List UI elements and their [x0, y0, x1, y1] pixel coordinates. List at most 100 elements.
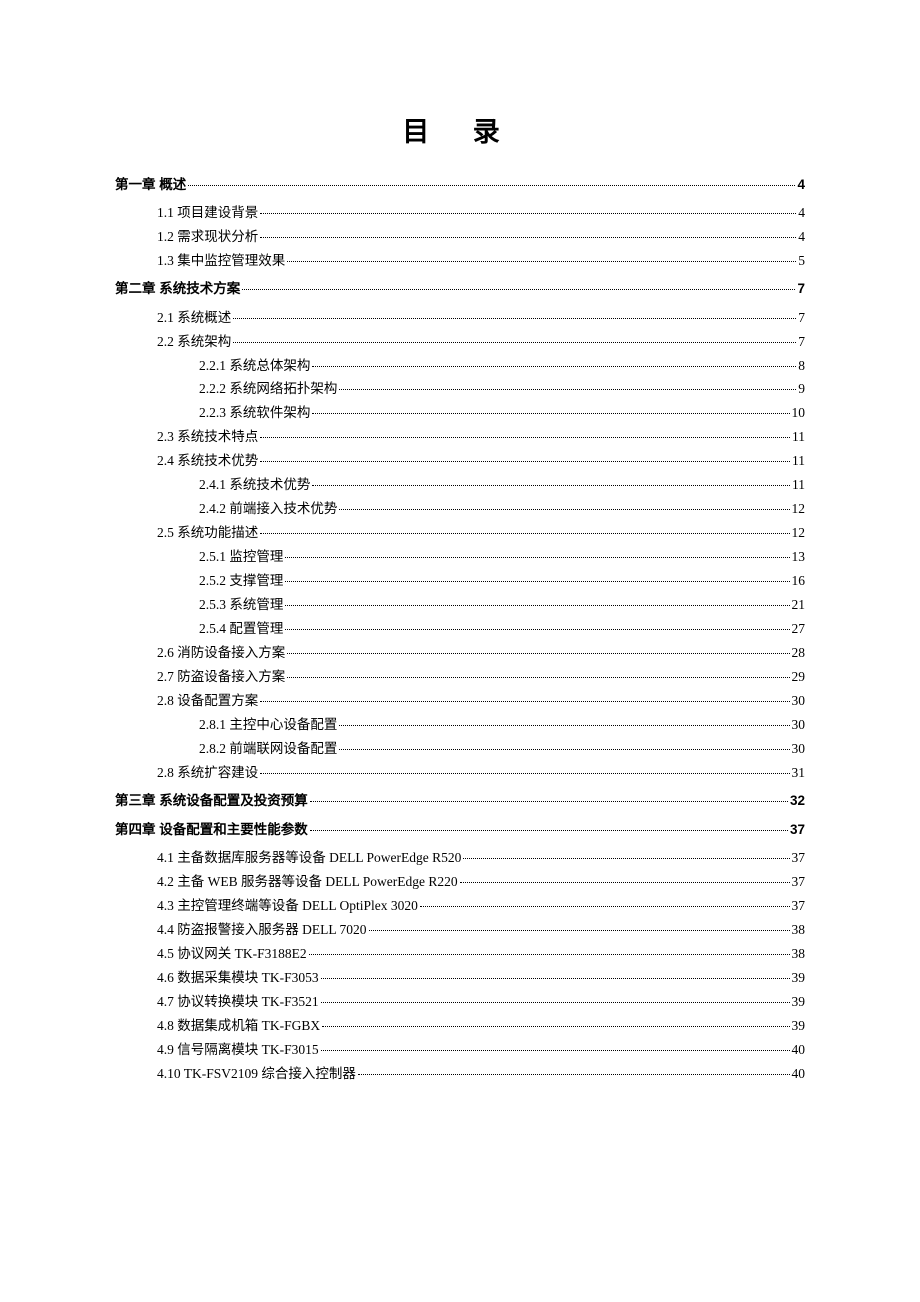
toc-entry-label: 第三章 系统设备配置及投资预算	[115, 793, 308, 809]
toc-entry-page: 30	[792, 693, 806, 709]
toc-entry[interactable]: 第一章 概述 4	[115, 177, 805, 193]
toc-entry-page: 12	[792, 525, 806, 541]
toc-entry[interactable]: 2.3 系统技术特点11	[115, 429, 805, 445]
toc-leader-dots	[233, 332, 796, 343]
toc-entry-page: 21	[792, 597, 806, 613]
toc-entry[interactable]: 4.4 防盗报警接入服务器 DELL 702038	[115, 922, 805, 938]
toc-entry-page: 27	[792, 621, 806, 637]
toc-entry[interactable]: 2.5.1 监控管理13	[115, 549, 805, 565]
toc-entry-page: 7	[797, 281, 805, 297]
toc-entry-page: 7	[798, 334, 805, 350]
toc-entry[interactable]: 第四章 设备配置和主要性能参数37	[115, 822, 805, 838]
toc-entry[interactable]: 2.5.4 配置管理27	[115, 621, 805, 637]
toc-entry-label: 第二章 系统技术方案	[115, 281, 240, 297]
toc-entry-label: 第一章 概述	[115, 177, 186, 193]
toc-entry[interactable]: 1.2 需求现状分析4	[115, 229, 805, 245]
toc-entry-label: 2.2.1 系统总体架构	[199, 358, 310, 374]
toc-entry[interactable]: 2.8.1 主控中心设备配置30	[115, 717, 805, 733]
toc-leader-dots	[260, 763, 789, 774]
toc-leader-dots	[321, 968, 790, 979]
toc-entry[interactable]: 2.2.3 系统软件架构10	[115, 405, 805, 421]
toc-entry[interactable]: 2.2.2 系统网络拓扑架构9	[115, 381, 805, 397]
toc-entry-label: 2.5.1 监控管理	[199, 549, 283, 565]
toc-entry[interactable]: 4.7 协议转换模块 TK-F352139	[115, 994, 805, 1010]
toc-entry-page: 40	[792, 1066, 806, 1082]
toc-leader-dots	[285, 548, 789, 559]
toc-entry[interactable]: 4.2 主备 WEB 服务器等设备 DELL PowerEdge R22037	[115, 874, 805, 890]
toc-entry[interactable]: 2.7 防盗设备接入方案29	[115, 669, 805, 685]
toc-entry-page: 40	[792, 1042, 806, 1058]
toc-entry-label: 2.7 防盗设备接入方案	[157, 669, 285, 685]
toc-entry[interactable]: 2.1 系统概述7	[115, 310, 805, 326]
toc-entry[interactable]: 2.8.2 前端联网设备配置30	[115, 741, 805, 757]
toc-entry-page: 39	[792, 994, 806, 1010]
toc-leader-dots	[285, 572, 789, 583]
toc-entry[interactable]: 4.1 主备数据库服务器等设备 DELL PowerEdge R520 37	[115, 850, 805, 866]
toc-entry-label: 4.4 防盗报警接入服务器 DELL 7020	[157, 922, 367, 938]
toc-leader-dots	[310, 792, 788, 803]
toc-entry[interactable]: 4.6 数据采集模块 TK-F305339	[115, 970, 805, 986]
toc-leader-dots	[242, 280, 795, 291]
toc-entry[interactable]: 2.5.2 支撑管理16	[115, 573, 805, 589]
toc-entry-label: 2.3 系统技术特点	[157, 429, 258, 445]
toc-entry[interactable]: 4.3 主控管理终端等设备 DELL OptiPlex 302037	[115, 898, 805, 914]
toc-entry[interactable]: 2.2.1 系统总体架构 8	[115, 358, 805, 374]
toc-entry[interactable]: 2.5.3 系统管理 21	[115, 597, 805, 613]
toc-entry[interactable]: 4.10 TK-FSV2109 综合接入控制器40	[115, 1066, 805, 1082]
toc-entry-label: 2.4.2 前端接入技术优势	[199, 501, 337, 517]
toc-entry-page: 4	[797, 177, 805, 193]
toc-leader-dots	[188, 175, 795, 186]
toc-entry[interactable]: 2.4 系统技术优势11	[115, 453, 805, 469]
toc-leader-dots	[420, 896, 790, 907]
toc-entry-page: 32	[790, 793, 805, 809]
toc-entry[interactable]: 2.5 系统功能描述 12	[115, 525, 805, 541]
toc-leader-dots	[463, 848, 789, 859]
toc-leader-dots	[321, 992, 790, 1003]
toc-entry-page: 37	[792, 850, 806, 866]
toc-entry-page: 11	[792, 477, 805, 493]
toc-entry[interactable]: 2.8 系统扩容建设31	[115, 765, 805, 781]
toc-entry-label: 2.6 消防设备接入方案	[157, 645, 285, 661]
toc-leader-dots	[312, 476, 790, 487]
toc-entry[interactable]: 2.4.2 前端接入技术优势12	[115, 501, 805, 517]
toc-leader-dots	[339, 380, 796, 391]
toc-entry-page: 37	[792, 898, 806, 914]
toc-entry[interactable]: 2.8 设备配置方案30	[115, 693, 805, 709]
toc-entry[interactable]: 4.9 信号隔离模块 TK-F301540	[115, 1042, 805, 1058]
toc-leader-dots	[287, 668, 789, 679]
table-of-contents: 第一章 概述 4 1.1 项目建设背景4 1.2 需求现状分析4 1.3 集中监控管理效…	[115, 177, 805, 1082]
toc-entry-label: 4.6 数据采集模块 TK-F3053	[157, 970, 319, 986]
toc-entry-page: 31	[792, 765, 806, 781]
toc-entry-page: 8	[798, 358, 805, 374]
toc-entry[interactable]: 2.6 消防设备接入方案28	[115, 645, 805, 661]
toc-entry[interactable]: 4.8 数据集成机箱 TK-FGBX39	[115, 1018, 805, 1034]
toc-entry-label: 2.2 系统架构	[157, 334, 231, 350]
toc-entry[interactable]: 1.1 项目建设背景4	[115, 205, 805, 221]
toc-entry-label: 2.4.1 系统技术优势	[199, 477, 310, 493]
toc-entry-label: 4.8 数据集成机箱 TK-FGBX	[157, 1018, 320, 1034]
toc-leader-dots	[358, 1064, 790, 1075]
toc-entry-page: 30	[792, 741, 806, 757]
toc-entry[interactable]: 2.4.1 系统技术优势 11	[115, 477, 805, 493]
toc-entry-label: 4.1 主备数据库服务器等设备 DELL PowerEdge R520	[157, 850, 461, 866]
toc-entry[interactable]: 1.3 集中监控管理效果 5	[115, 253, 805, 269]
page-title: 目 录	[115, 110, 805, 149]
toc-entry-label: 2.5.3 系统管理	[199, 597, 283, 613]
toc-entry-label: 2.5 系统功能描述	[157, 525, 258, 541]
toc-entry-page: 7	[798, 310, 805, 326]
toc-entry[interactable]: 4.5 协议网关 TK-F3188E238	[115, 946, 805, 962]
toc-entry-label: 2.4 系统技术优势	[157, 453, 258, 469]
toc-leader-dots	[260, 428, 790, 439]
toc-entry[interactable]: 2.2 系统架构 7	[115, 334, 805, 350]
toc-leader-dots	[309, 944, 790, 955]
toc-entry-label: 1.1 项目建设背景	[157, 205, 258, 221]
toc-entry-label: 第四章 设备配置和主要性能参数	[115, 822, 308, 838]
toc-leader-dots	[310, 820, 788, 831]
toc-leader-dots	[460, 872, 790, 883]
toc-entry-label: 1.3 集中监控管理效果	[157, 253, 285, 269]
toc-leader-dots	[285, 620, 789, 631]
toc-leader-dots	[285, 596, 789, 607]
toc-entry-page: 5	[798, 253, 805, 269]
toc-entry[interactable]: 第二章 系统技术方案 7	[115, 281, 805, 297]
toc-entry[interactable]: 第三章 系统设备配置及投资预算 32	[115, 793, 805, 809]
